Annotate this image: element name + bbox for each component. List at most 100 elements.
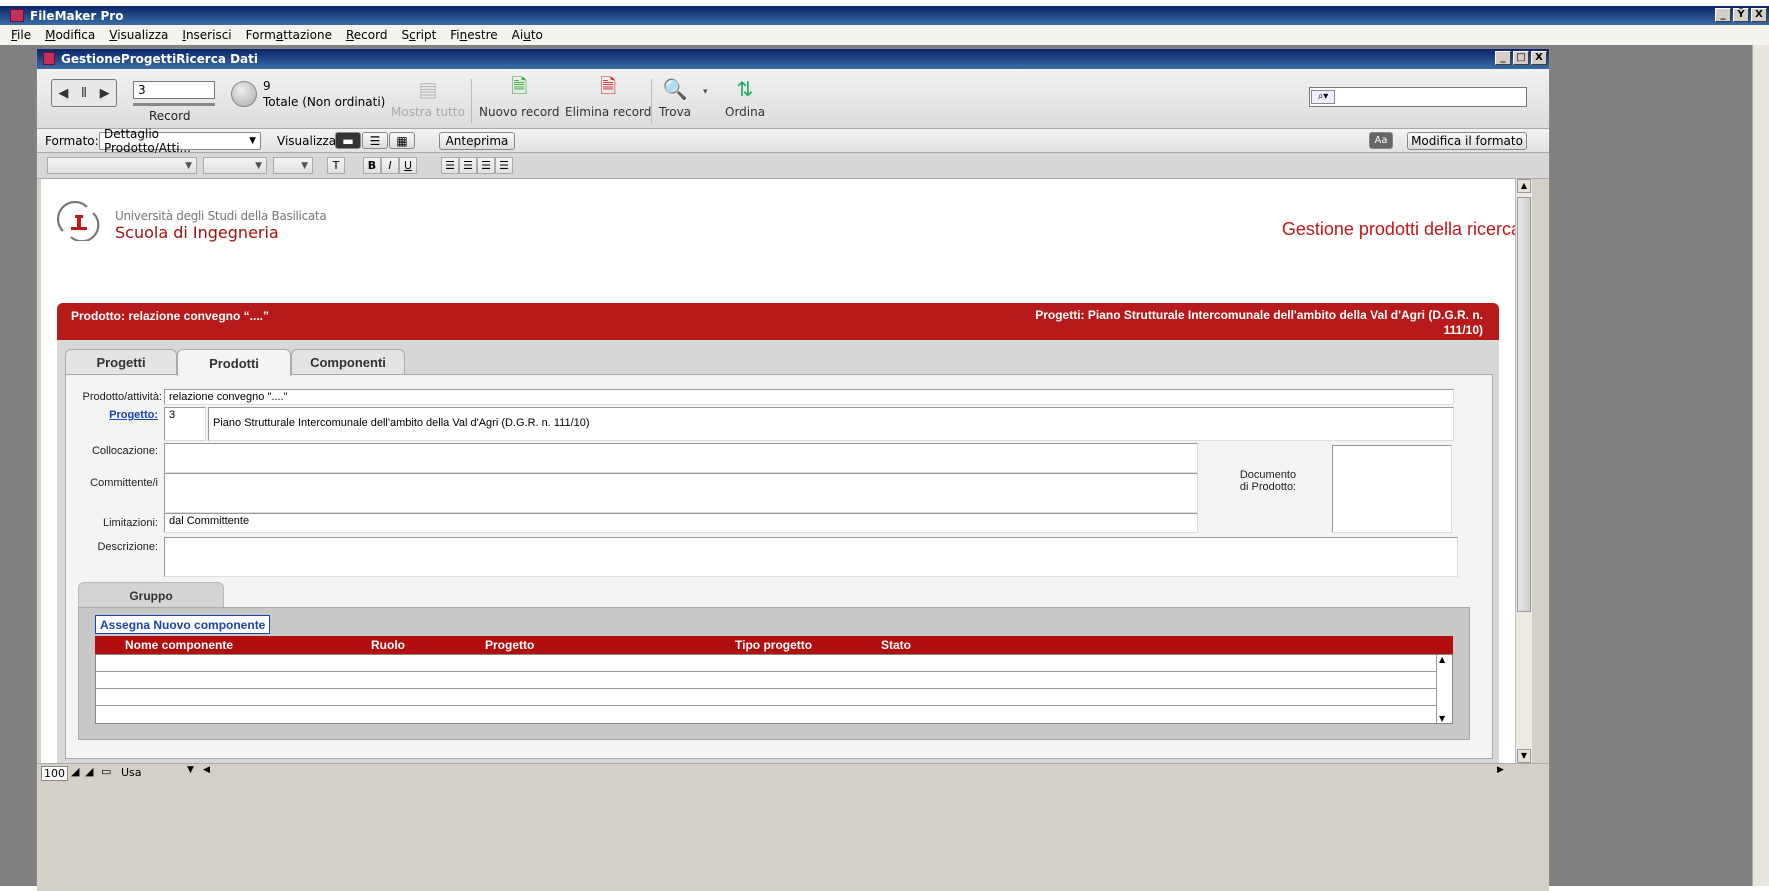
column-header: Stato xyxy=(881,638,911,652)
text-color-dropdown[interactable]: ▼ xyxy=(273,157,313,174)
view-as-label: Visualizza: xyxy=(277,134,341,148)
product-title: Prodotto: relazione convegno “....” xyxy=(71,309,270,323)
underline-button[interactable]: U xyxy=(399,157,417,174)
scroll-left-icon[interactable]: ◀ xyxy=(203,765,210,775)
scroll-down-icon[interactable]: ▼ xyxy=(1439,714,1445,723)
zoom-level[interactable]: 100 xyxy=(41,766,68,781)
project-title: Progetti: Piano Strutturale Intercomunal… xyxy=(923,308,1483,338)
menu-modifica[interactable]: Modifica xyxy=(38,28,102,42)
align-right-icon[interactable]: ☰ xyxy=(477,157,495,174)
edit-layout-button[interactable]: Modifica il formato xyxy=(1407,132,1527,150)
show-all-icon: ▤ xyxy=(418,77,438,101)
layout-bar: Formato: Dettaglio Prodotto/Atti... ▼ Vi… xyxy=(37,127,1549,155)
project-id-field[interactable]: 3 xyxy=(164,407,206,441)
menu-finestre[interactable]: Finestre xyxy=(443,28,504,42)
document-label-line: Documento xyxy=(1239,469,1297,481)
scroll-thumb[interactable] xyxy=(1517,197,1531,612)
font-size-dropdown[interactable]: ▼ xyxy=(203,157,267,174)
text-format-icon[interactable]: Aa xyxy=(1369,132,1393,149)
doc-maximize-button[interactable]: □ xyxy=(1513,51,1529,65)
form-view-icon[interactable]: ▬ xyxy=(335,132,361,149)
scroll-right-icon[interactable]: ▶ xyxy=(1497,765,1504,775)
menu-inserisci[interactable]: Inserisci xyxy=(175,28,238,42)
tab-prodotti[interactable]: Prodotti xyxy=(177,349,291,376)
quick-find-input[interactable] xyxy=(1309,87,1527,107)
italic-button[interactable]: I xyxy=(381,157,399,174)
mode-label[interactable]: Usa xyxy=(121,766,142,779)
menu-label-part: ttazione xyxy=(283,28,332,42)
portal-scrollbar[interactable]: ▲ ▼ xyxy=(1436,655,1452,723)
vertical-scrollbar[interactable]: ▲ ▼ xyxy=(1515,179,1532,763)
record-number-input[interactable]: 3 xyxy=(133,81,215,99)
preview-button[interactable]: Anteprima xyxy=(439,132,515,150)
assign-component-button[interactable]: Assegna Nuovo componente xyxy=(95,615,271,634)
table-row[interactable] xyxy=(96,655,1436,672)
zoom-out-icon[interactable]: ◢ xyxy=(71,765,79,778)
menu-bar: File Modifica Visualizza Inserisci Formattaz… xyxy=(0,25,1769,45)
menu-record[interactable]: Record xyxy=(339,28,394,42)
menu-aiuto[interactable]: Aiuto xyxy=(505,28,550,42)
menu-visualizza[interactable]: Visualizza xyxy=(102,28,175,42)
limits-field[interactable]: dal Committente xyxy=(164,513,1198,533)
bold-button[interactable]: B xyxy=(363,157,381,174)
font-dropdown[interactable]: ▼ xyxy=(47,157,197,174)
text-tool-button[interactable]: T xyxy=(327,157,345,174)
layout-select[interactable]: Dettaglio Prodotto/Atti... ▼ xyxy=(99,127,261,155)
menu-file[interactable]: File xyxy=(4,28,38,42)
status-toolbar-toggle-icon[interactable]: ▭ xyxy=(101,765,111,778)
project-name-field[interactable]: Piano Strutturale Intercomunale dell'amb… xyxy=(208,407,1454,441)
description-field[interactable] xyxy=(164,537,1458,577)
previous-record-icon[interactable]: ◀ xyxy=(58,86,68,101)
menu-label-part: ile xyxy=(17,28,32,42)
chevron-down-icon: ▼ xyxy=(255,160,262,171)
project-link[interactable]: Progetto: xyxy=(66,409,158,421)
sort-button[interactable]: ⇅ Ordina xyxy=(725,77,765,125)
minimize-button[interactable]: _ xyxy=(1715,8,1731,22)
table-row[interactable] xyxy=(96,672,1436,689)
record-navigator[interactable]: ◀ ⦀ ▶ xyxy=(51,79,117,107)
scroll-down-icon[interactable]: ▼ xyxy=(1517,749,1531,763)
menu-formattazione[interactable]: Formattazione xyxy=(239,28,339,42)
delete-record-button[interactable]: 🗎 Elimina record xyxy=(565,74,651,125)
mode-dropdown-icon[interactable]: ▼ xyxy=(187,765,194,775)
new-record-button[interactable]: 🗎 Nuovo record xyxy=(479,74,560,125)
align-left-icon[interactable]: ☰ xyxy=(441,157,459,174)
doc-minimize-button[interactable]: _ xyxy=(1495,51,1511,65)
tab-componenti[interactable]: Componenti xyxy=(291,349,405,375)
zoom-in-icon[interactable]: ◢ xyxy=(85,765,93,778)
menu-accelerator: u xyxy=(523,28,531,42)
restore-button[interactable]: Ÿ xyxy=(1733,8,1749,22)
mdi-scrollbar[interactable] xyxy=(1752,45,1769,886)
show-all-button[interactable]: ▤ Mostra tutto xyxy=(391,77,465,125)
align-center-icon[interactable]: ☰ xyxy=(459,157,477,174)
table-row[interactable] xyxy=(96,689,1436,706)
scroll-up-icon[interactable]: ▲ xyxy=(1439,655,1445,664)
location-field[interactable] xyxy=(164,443,1198,473)
close-button[interactable]: X xyxy=(1751,8,1767,22)
doc-close-button[interactable]: X xyxy=(1531,51,1547,65)
project-title-line: Progetti: Piano Strutturale Intercomunal… xyxy=(1035,308,1483,322)
document-container[interactable] xyxy=(1332,445,1452,533)
find-button[interactable]: 🔍 Trova xyxy=(659,77,691,125)
align-justify-icon[interactable]: ☰ xyxy=(495,157,513,174)
menu-script[interactable]: Script xyxy=(394,28,443,42)
menu-label-part: Fi xyxy=(450,28,460,42)
tab-gruppo[interactable]: Gruppo xyxy=(78,582,224,608)
document-label-line: di Prodotto: xyxy=(1239,481,1297,493)
record-slider[interactable] xyxy=(133,103,215,106)
view-as-group: ▬ ☰ ▦ xyxy=(335,132,415,149)
scroll-up-icon[interactable]: ▲ xyxy=(1517,179,1531,193)
product-field[interactable]: relazione convegno "...." xyxy=(164,389,1454,405)
table-view-icon[interactable]: ▦ xyxy=(389,132,415,149)
client-field[interactable] xyxy=(164,473,1198,513)
find-dropdown-icon[interactable]: ▾ xyxy=(703,87,708,97)
column-header: Tipo progetto xyxy=(735,638,813,652)
table-row[interactable] xyxy=(96,706,1436,723)
university-name: Università degli Studi della Basilicata xyxy=(115,209,327,223)
book-icon: ⦀ xyxy=(81,85,87,101)
tab-progetti[interactable]: Progetti xyxy=(65,349,177,375)
search-icon[interactable]: ⌕▾ xyxy=(1311,90,1335,104)
list-view-icon[interactable]: ☰ xyxy=(362,132,388,149)
filemaker-icon xyxy=(10,9,24,22)
next-record-icon[interactable]: ▶ xyxy=(100,86,110,101)
